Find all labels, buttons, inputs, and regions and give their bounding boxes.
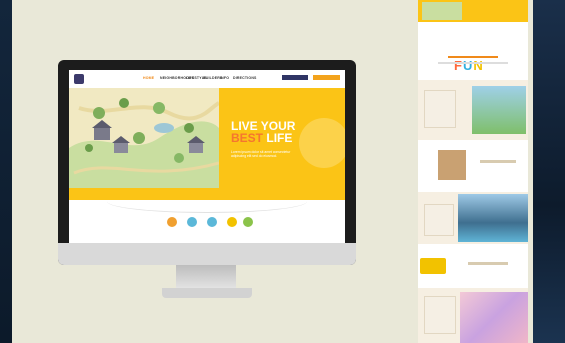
site-navbar: HOME NEIGHBORHOODS LIFESTYLE BUILDERS IN… [69, 70, 345, 88]
imac-chin [58, 243, 356, 265]
kids-facepaint-photo [460, 292, 528, 343]
hero-headline: LIVE YOUR BEST LIFE [231, 120, 295, 144]
icon-strip [69, 200, 345, 244]
dark-background-left [0, 0, 12, 343]
amenity-icon-2[interactable] [187, 217, 197, 227]
imac-stand-base [162, 288, 252, 298]
illustrated-map [69, 88, 219, 188]
full-page-mockup: FUN [418, 0, 528, 343]
hero-subtext: Lorem ipsum dolor sit amet consectetur a… [231, 150, 291, 158]
amenity-icon-5[interactable] [243, 217, 253, 227]
divider-curve [107, 190, 307, 213]
text-card [424, 90, 456, 128]
imac-mockup: HOME NEIGHBORHOODS LIFESTYLE BUILDERS IN… [58, 60, 356, 300]
amenity-icon-4[interactable] [227, 217, 237, 227]
family-photo [472, 86, 526, 134]
mailbox-text-line [480, 160, 516, 163]
hero-best-word: BEST [231, 131, 264, 145]
school-bus-image [420, 258, 446, 274]
fun-letter-u: U [462, 58, 474, 73]
section-kids-photo [418, 288, 528, 343]
fun-text-line [438, 62, 508, 64]
nav-orange-button[interactable] [313, 75, 340, 80]
mailbox-image [438, 150, 466, 180]
dark-background-right [533, 0, 565, 343]
fun-heading: FUN [454, 58, 484, 73]
clubhouse-photo [458, 194, 528, 242]
fun-section: FUN [418, 22, 528, 80]
website-screen: HOME NEIGHBORHOODS LIFESTYLE BUILDERS IN… [69, 70, 345, 244]
fun-letter-n: N [473, 58, 484, 73]
amenity-icon-1[interactable] [167, 217, 177, 227]
text-card-3 [424, 296, 456, 334]
bus-text-line [468, 262, 508, 265]
section-family-photo [418, 80, 528, 140]
amenity-icon-3[interactable] [207, 217, 217, 227]
fun-letter-f: F [454, 58, 463, 73]
hero-life-word: LIFE [266, 131, 293, 145]
fun-subtitle-line [448, 56, 498, 58]
text-card-2 [424, 204, 454, 236]
section-mailbox [418, 140, 528, 192]
banner-map-thumb [422, 2, 462, 20]
nav-dark-button[interactable] [282, 75, 308, 80]
decorative-circle [299, 118, 345, 168]
nav-item-directions[interactable]: DIRECTIONS [233, 76, 257, 80]
page-top-banner [418, 0, 528, 22]
nav-item-info[interactable]: INFO [220, 76, 229, 80]
site-logo[interactable] [74, 74, 84, 84]
nav-item-home[interactable]: HOME [143, 76, 154, 80]
section-clubhouse [418, 192, 528, 244]
hero-section: LIVE YOUR BEST LIFE Lorem ipsum dolor si… [69, 88, 345, 200]
imac-stand [176, 265, 236, 289]
section-school-bus [418, 244, 528, 288]
